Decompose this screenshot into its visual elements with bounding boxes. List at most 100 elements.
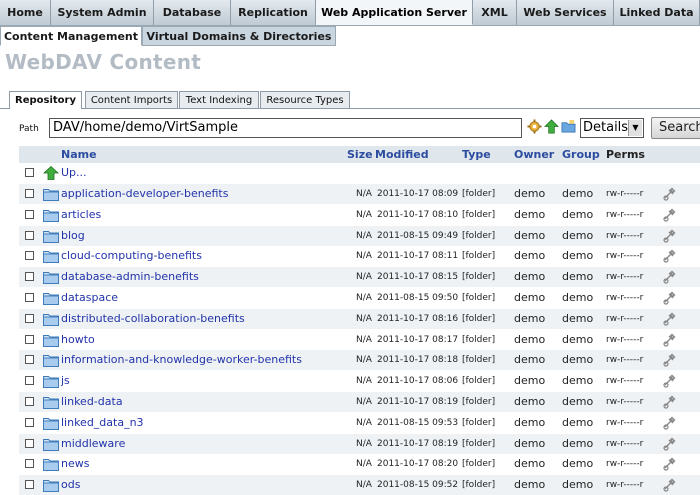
tab-web-services[interactable]: Web Services (517, 0, 614, 25)
file-name-link[interactable]: blog (61, 226, 85, 246)
row-checkbox[interactable] (25, 459, 34, 469)
row-checkbox[interactable] (25, 272, 34, 282)
type-cell: [folder] (462, 230, 496, 241)
search-button[interactable]: Search (651, 117, 700, 139)
new-folder-icon[interactable] (561, 119, 576, 134)
size-cell: N/A (356, 438, 372, 449)
properties-icon[interactable] (662, 353, 676, 367)
group-cell: demo (562, 207, 594, 221)
file-name-link[interactable]: howto (61, 330, 95, 350)
file-name-link[interactable]: middleware (61, 434, 125, 454)
tab-system-admin[interactable]: System Admin (51, 0, 154, 25)
perms-cell: rw-r-----r (606, 313, 644, 324)
path-input[interactable]: DAV/home/demo/VirtSample (49, 118, 522, 138)
row-checkbox[interactable] (25, 209, 34, 219)
group-cell: demo (562, 415, 594, 429)
file-name-link[interactable]: information-and-knowledge-worker-benefit… (61, 350, 302, 370)
type-cell: [folder] (462, 209, 496, 220)
type-cell: [folder] (462, 313, 496, 324)
file-name-link[interactable]: database-admin-benefits (61, 267, 199, 287)
table-row: howto N/A 2011-10-17 08:17 [folder] demo demo… (19, 330, 700, 350)
properties-icon[interactable] (662, 312, 676, 326)
owner-cell: demo (514, 249, 546, 263)
file-name-link[interactable]: ods (61, 475, 80, 495)
modified-cell: 2011-10-17 08:10 (377, 209, 459, 220)
row-checkbox[interactable] (25, 293, 34, 302)
up-arrow-icon[interactable] (544, 119, 559, 134)
subtab-content-management[interactable]: Content Management (0, 26, 142, 46)
perms-cell: rw-r-----r (606, 355, 644, 366)
file-name-link[interactable]: linked-data (61, 392, 123, 412)
properties-icon[interactable] (662, 187, 676, 201)
row-checkbox[interactable] (25, 313, 34, 323)
row-checkbox[interactable] (25, 417, 34, 427)
properties-icon[interactable] (662, 291, 676, 305)
row-checkbox[interactable] (25, 438, 34, 448)
tab-web-application-server[interactable]: Web Application Server (316, 0, 473, 25)
column-header-row: Name Size Modified Type Owner Group Perm… (19, 146, 700, 163)
properties-icon[interactable] (662, 270, 676, 284)
tab-home[interactable]: Home (0, 0, 51, 25)
group-cell: demo (562, 436, 594, 450)
perms-cell: rw-r-----r (606, 293, 644, 303)
properties-icon[interactable] (662, 478, 676, 492)
properties-icon[interactable] (662, 395, 676, 409)
table-row: js N/A 2011-10-17 08:06 [folder] demo demo rw-… (19, 371, 700, 391)
file-name-link[interactable]: linked_data_n3 (61, 413, 144, 433)
properties-icon[interactable] (662, 374, 676, 388)
folder-icon (43, 334, 59, 347)
up-link[interactable]: Up... (61, 163, 87, 183)
table-row: middleware N/A 2011-10-17 08:19 [folder] dem… (19, 433, 700, 454)
row-checkbox[interactable] (25, 355, 34, 365)
tab-xml[interactable]: XML (473, 0, 517, 25)
column-modified-header[interactable]: Modified (375, 146, 429, 163)
row-checkbox[interactable] (25, 168, 34, 177)
file-name-link[interactable]: dataspace (61, 288, 118, 308)
modified-cell: 2011-10-17 08:19 (377, 438, 459, 449)
column-name-header[interactable]: Name (61, 146, 97, 163)
row-checkbox[interactable] (25, 397, 34, 406)
column-type-header[interactable]: Type (462, 146, 491, 163)
modified-cell: 2011-10-17 08:16 (377, 313, 459, 324)
perms-cell: rw-r-----r (606, 251, 644, 262)
column-size-header[interactable]: Size (347, 146, 373, 163)
tab-content-imports[interactable]: Content Imports (85, 91, 178, 109)
group-cell: demo (562, 478, 594, 492)
file-name-link[interactable]: news (61, 454, 89, 474)
properties-icon[interactable] (662, 249, 676, 263)
column-group-header[interactable]: Group (562, 146, 600, 163)
tab-repository[interactable]: Repository (9, 91, 82, 110)
row-checkbox[interactable] (25, 334, 34, 344)
tab-database[interactable]: Database (154, 0, 231, 25)
file-name-link[interactable]: cloud-computing-benefits (61, 246, 202, 266)
row-checkbox[interactable] (25, 230, 34, 240)
properties-icon[interactable] (662, 457, 676, 471)
row-checkbox[interactable] (25, 480, 34, 490)
file-name-link[interactable]: application-developer-benefits (61, 184, 228, 204)
file-name-link[interactable]: js (61, 371, 70, 391)
file-name-link[interactable]: distributed-collaboration-benefits (61, 309, 245, 329)
properties-icon[interactable] (662, 229, 676, 243)
row-checkbox[interactable] (25, 189, 34, 198)
tab-linked-data[interactable]: Linked Data (614, 0, 700, 25)
type-cell: [folder] (462, 376, 496, 387)
row-checkbox[interactable] (25, 251, 34, 261)
tab-text-indexing[interactable]: Text Indexing (179, 91, 259, 109)
subtab-virtual-domains[interactable]: Virtual Domains & Directories (142, 26, 336, 46)
gear-icon[interactable] (527, 119, 542, 134)
size-cell: N/A (356, 417, 372, 428)
group-cell: demo (562, 395, 594, 408)
tab-replication[interactable]: Replication (231, 0, 316, 25)
type-cell: [folder] (462, 334, 496, 345)
size-cell: N/A (356, 480, 372, 491)
owner-cell: demo (514, 187, 546, 200)
column-owner-header[interactable]: Owner (514, 146, 554, 163)
row-checkbox[interactable] (25, 376, 34, 386)
file-name-link[interactable]: articles (61, 205, 101, 225)
properties-icon[interactable] (662, 333, 676, 347)
properties-icon[interactable] (662, 208, 676, 222)
properties-icon[interactable] (662, 416, 676, 430)
properties-icon[interactable] (662, 437, 676, 451)
tab-resource-types[interactable]: Resource Types (260, 91, 350, 109)
view-select[interactable]: Details ▼ (580, 118, 644, 138)
